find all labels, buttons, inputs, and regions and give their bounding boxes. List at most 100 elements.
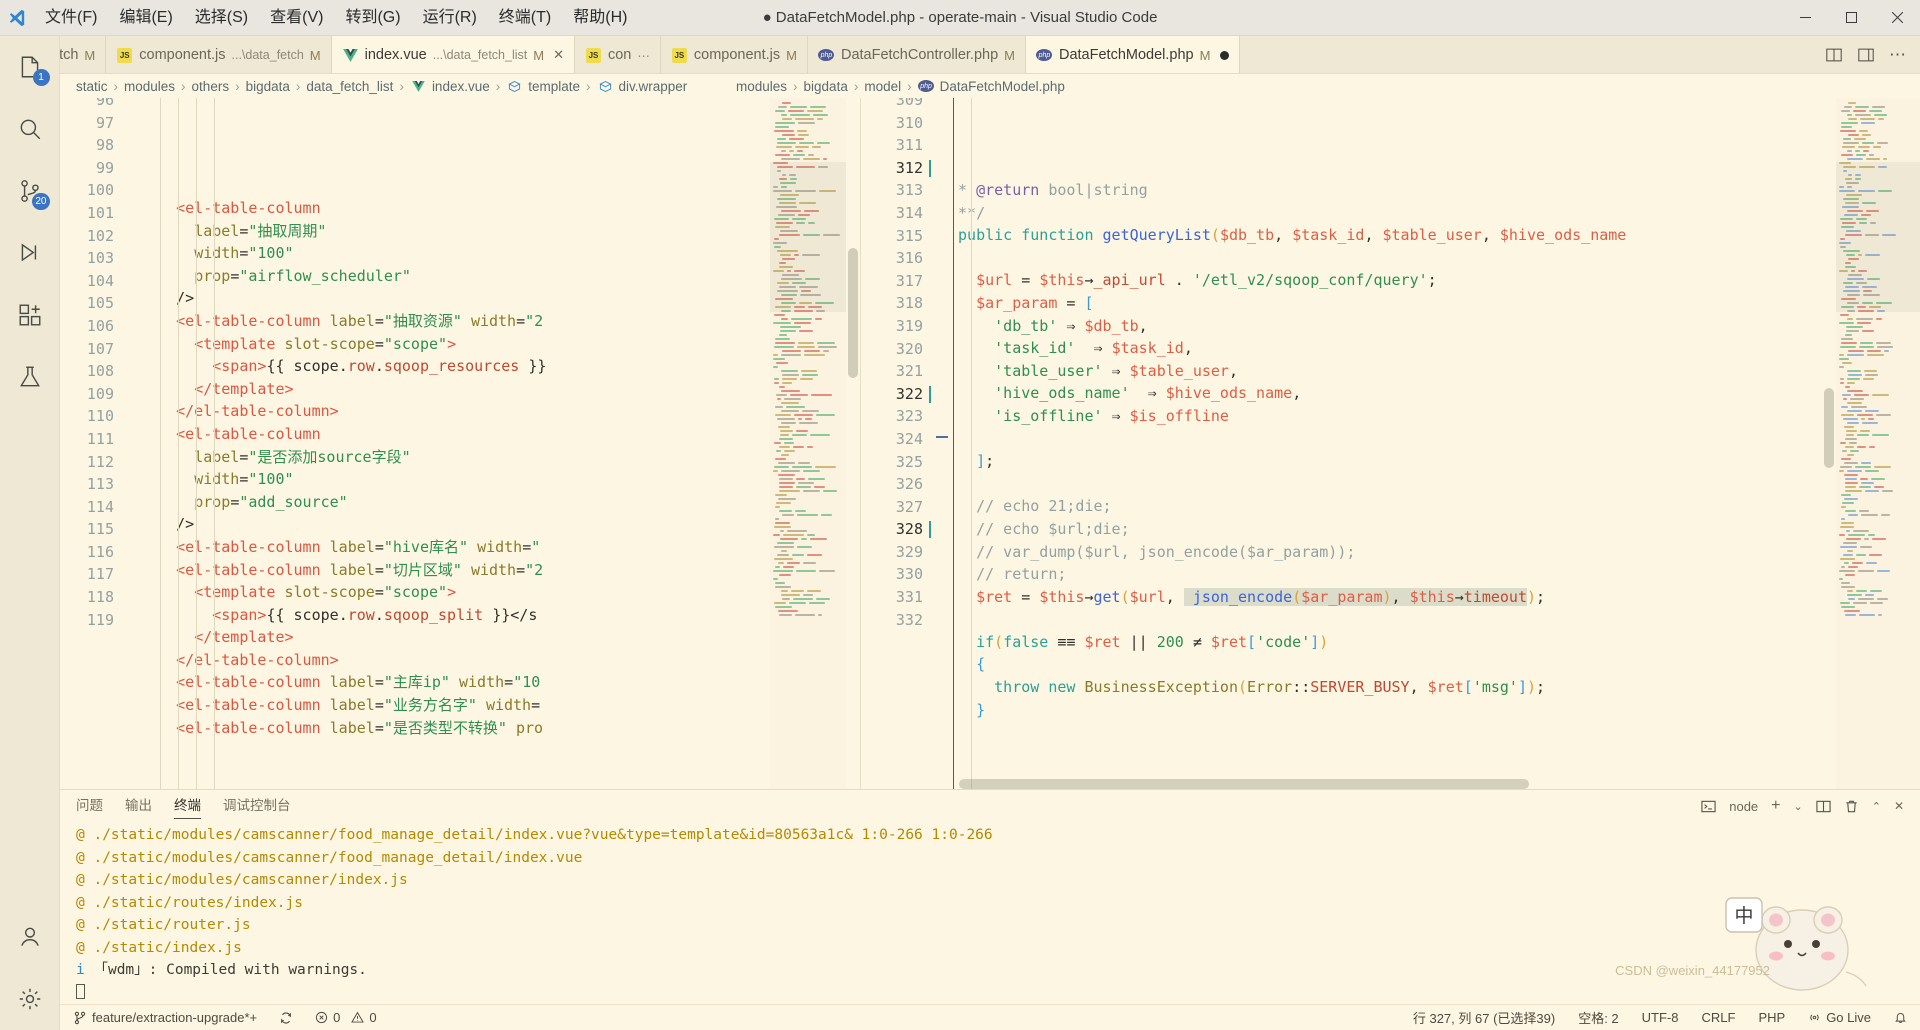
status-bar-right[interactable]: 行 327, 列 67 (已选择39) 空格: 2 UTF-8 CRLF PHP… bbox=[1410, 1008, 1910, 1027]
code-line[interactable]: $ret = $this→get($url, json_encode($ar_p… bbox=[949, 586, 1822, 609]
code-line[interactable]: * @return bool|string bbox=[949, 179, 1822, 202]
menu-help[interactable]: 帮助(H) bbox=[562, 0, 638, 36]
breadcrumb-data-fetch-list[interactable]: data_fetch_list bbox=[306, 79, 393, 94]
code-line[interactable]: 'table_user' ⇒ $table_user, bbox=[949, 360, 1822, 383]
panel-tab-bar[interactable]: 问题 输出 终端 调试控制台 node + ⌄ ⌃ ✕ bbox=[60, 790, 1920, 822]
terminal-cursor-line[interactable] bbox=[76, 982, 1920, 1005]
editor-tabs[interactable]: etch M JS component.js ...\data_fetch M … bbox=[60, 36, 1811, 73]
menu-terminal[interactable]: 终端(T) bbox=[488, 0, 562, 36]
panel-tab-debug-console[interactable]: 调试控制台 bbox=[223, 790, 291, 822]
code-line[interactable]: 'db_tb' ⇒ $db_tb, bbox=[949, 315, 1822, 338]
code-line[interactable]: { bbox=[949, 653, 1822, 676]
tab-close-icon[interactable]: ✕ bbox=[553, 47, 564, 63]
breadcrumb-bigdata[interactable]: bigdata bbox=[246, 79, 290, 94]
code-line[interactable] bbox=[949, 608, 1822, 631]
code-line[interactable]: <el-table-column bbox=[140, 197, 770, 220]
tab-datafetchmodel-php[interactable]: php DataFetchModel.php M bbox=[1025, 36, 1241, 73]
minimize-button[interactable] bbox=[1782, 0, 1828, 36]
accounts-icon[interactable] bbox=[0, 906, 60, 968]
code-line[interactable]: <span>{{ scope.row.sqoop_split }}</s bbox=[140, 604, 770, 627]
status-language-mode[interactable]: PHP bbox=[1755, 1010, 1788, 1025]
code-line[interactable]: prop="airflow_scheduler" bbox=[140, 265, 770, 288]
code-line[interactable]: 'hive_ods_name' ⇒ $hive_ods_name, bbox=[949, 382, 1822, 405]
close-panel-icon[interactable]: ✕ bbox=[1894, 799, 1904, 813]
code-line[interactable]: // return; bbox=[949, 563, 1822, 586]
menu-view[interactable]: 查看(V) bbox=[259, 0, 334, 36]
code-line[interactable]: // echo $url;die; bbox=[949, 518, 1822, 541]
code-line[interactable]: <el-table-column label="抽取资源" width="2 bbox=[140, 310, 770, 333]
maximize-button[interactable] bbox=[1828, 0, 1874, 36]
breadcrumb-modules[interactable]: modules bbox=[124, 79, 175, 94]
code-content-right[interactable]: * @return bool|string **/ public functio… bbox=[949, 98, 1822, 789]
panel-tab-output[interactable]: 输出 bbox=[125, 790, 152, 822]
code-line[interactable]: label="是否添加source字段" bbox=[140, 446, 770, 469]
kill-terminal-icon[interactable] bbox=[1844, 799, 1859, 814]
code-line[interactable]: /> bbox=[140, 513, 770, 536]
window-controls[interactable] bbox=[1782, 0, 1920, 36]
tab-datafetchcontroller-php[interactable]: php DataFetchController.php M bbox=[807, 36, 1026, 73]
breadcrumb-template[interactable]: template bbox=[528, 79, 580, 94]
split-terminal-icon[interactable] bbox=[1816, 799, 1831, 814]
status-go-live[interactable]: Go Live bbox=[1805, 1010, 1874, 1025]
more-actions-icon[interactable]: ⋯ bbox=[1889, 46, 1906, 63]
split-editor-icon[interactable] bbox=[1825, 46, 1843, 64]
breadcrumb-static[interactable]: static bbox=[76, 79, 108, 94]
status-sync[interactable] bbox=[276, 1011, 296, 1025]
source-control-icon[interactable]: 20 bbox=[0, 160, 60, 222]
editor-tab-bar[interactable]: etch M JS component.js ...\data_fetch M … bbox=[60, 36, 1920, 74]
code-line[interactable]: if(false ≡≡ $ret || 200 ≠ $ret['code']) bbox=[949, 631, 1822, 654]
code-line[interactable]: </template> bbox=[140, 378, 770, 401]
run-debug-icon[interactable] bbox=[0, 222, 60, 284]
breadcrumb-model[interactable]: model bbox=[864, 79, 901, 94]
code-line[interactable]: </el-table-column> bbox=[140, 649, 770, 672]
code-line[interactable]: 'is_offline' ⇒ $is_offline bbox=[949, 405, 1822, 428]
menu-edit[interactable]: 编辑(E) bbox=[108, 0, 183, 36]
code-line[interactable]: label="抽取周期" bbox=[140, 220, 770, 243]
code-line[interactable]: // var_dump($url, json_encode($ar_param)… bbox=[949, 541, 1822, 564]
breadcrumb-others[interactable]: others bbox=[192, 79, 230, 94]
code-line[interactable] bbox=[949, 473, 1822, 496]
breadcrumb-index-vue[interactable]: index.vue bbox=[432, 79, 490, 94]
code-line[interactable]: <el-table-column label="切片区域" width="2 bbox=[140, 559, 770, 582]
code-line[interactable]: width="100" bbox=[140, 242, 770, 265]
testing-icon[interactable] bbox=[0, 346, 60, 408]
menu-bar[interactable]: 文件(F) 编辑(E) 选择(S) 查看(V) 转到(G) 运行(R) 终端(T… bbox=[34, 0, 638, 36]
breadcrumb-right[interactable]: modules › bigdata › model › php DataFetchMo… bbox=[720, 74, 1065, 98]
tab-component-js-data-fetch[interactable]: JS component.js ...\data_fetch M bbox=[106, 36, 332, 73]
code-line[interactable]: <el-table-column label="业务方名字" width= bbox=[140, 694, 770, 717]
editor-datafetchmodel-php[interactable]: 309 310 311 312 313 314 315 316 317 318 319 320 321 3… bbox=[860, 98, 1920, 789]
panel-actions[interactable]: node + ⌄ ⌃ ✕ bbox=[1701, 797, 1904, 815]
code-line[interactable]: $url = $this→_api_url . '/etl_v2/sqoop_c… bbox=[949, 269, 1822, 292]
activity-bar[interactable]: 1 20 bbox=[0, 36, 60, 1030]
panel-tab-terminal[interactable]: 终端 bbox=[174, 790, 201, 822]
code-line[interactable]: // echo 21;die; bbox=[949, 495, 1822, 518]
status-problems[interactable]: 0 0 bbox=[312, 1010, 379, 1025]
code-line[interactable]: <span>{{ scope.row.sqoop_resources }} bbox=[140, 355, 770, 378]
extensions-icon[interactable] bbox=[0, 284, 60, 346]
code-line[interactable]: <el-table-column bbox=[140, 423, 770, 446]
layout-panel-icon[interactable] bbox=[1857, 46, 1875, 64]
search-icon[interactable] bbox=[0, 98, 60, 160]
code-line[interactable]: public function getQueryList($db_tb, $ta… bbox=[949, 224, 1822, 247]
settings-gear-icon[interactable] bbox=[0, 968, 60, 1030]
explorer-icon[interactable]: 1 bbox=[0, 36, 60, 98]
code-line[interactable]: $ar_param = [ bbox=[949, 292, 1822, 315]
code-line[interactable]: </el-table-column> bbox=[140, 400, 770, 423]
code-line[interactable] bbox=[949, 247, 1822, 270]
panel-tab-problems[interactable]: 问题 bbox=[76, 790, 103, 822]
fold-column-right[interactable] bbox=[933, 98, 949, 789]
close-button[interactable] bbox=[1874, 0, 1920, 36]
terminal-dropdown-icon[interactable]: ⌄ bbox=[1794, 800, 1803, 813]
menu-file[interactable]: 文件(F) bbox=[34, 0, 108, 36]
code-content-left[interactable]: <el-table-column label="抽取周期" width="100… bbox=[140, 98, 770, 789]
breadcrumb-modules-right[interactable]: modules bbox=[736, 79, 787, 94]
menu-run[interactable]: 运行(R) bbox=[412, 0, 488, 36]
code-line[interactable]: <el-table-column label="是否类型不转换" pro bbox=[140, 717, 770, 740]
status-bar[interactable]: feature/extraction-upgrade*+ 0 0 行 327, … bbox=[60, 1004, 1920, 1030]
minimap-slider[interactable] bbox=[1836, 162, 1920, 312]
editor-index-vue[interactable]: 96 97 98 99 100 101 102 103 104 105 106 107 108 109 11… bbox=[60, 98, 860, 789]
breadcrumb[interactable]: static › modules › others › bigdata › data_f… bbox=[60, 74, 720, 98]
status-cursor-position[interactable]: 行 327, 列 67 (已选择39) bbox=[1410, 1008, 1558, 1027]
status-notifications[interactable] bbox=[1891, 1011, 1910, 1024]
code-line[interactable]: <template slot-scope="scope"> bbox=[140, 333, 770, 356]
